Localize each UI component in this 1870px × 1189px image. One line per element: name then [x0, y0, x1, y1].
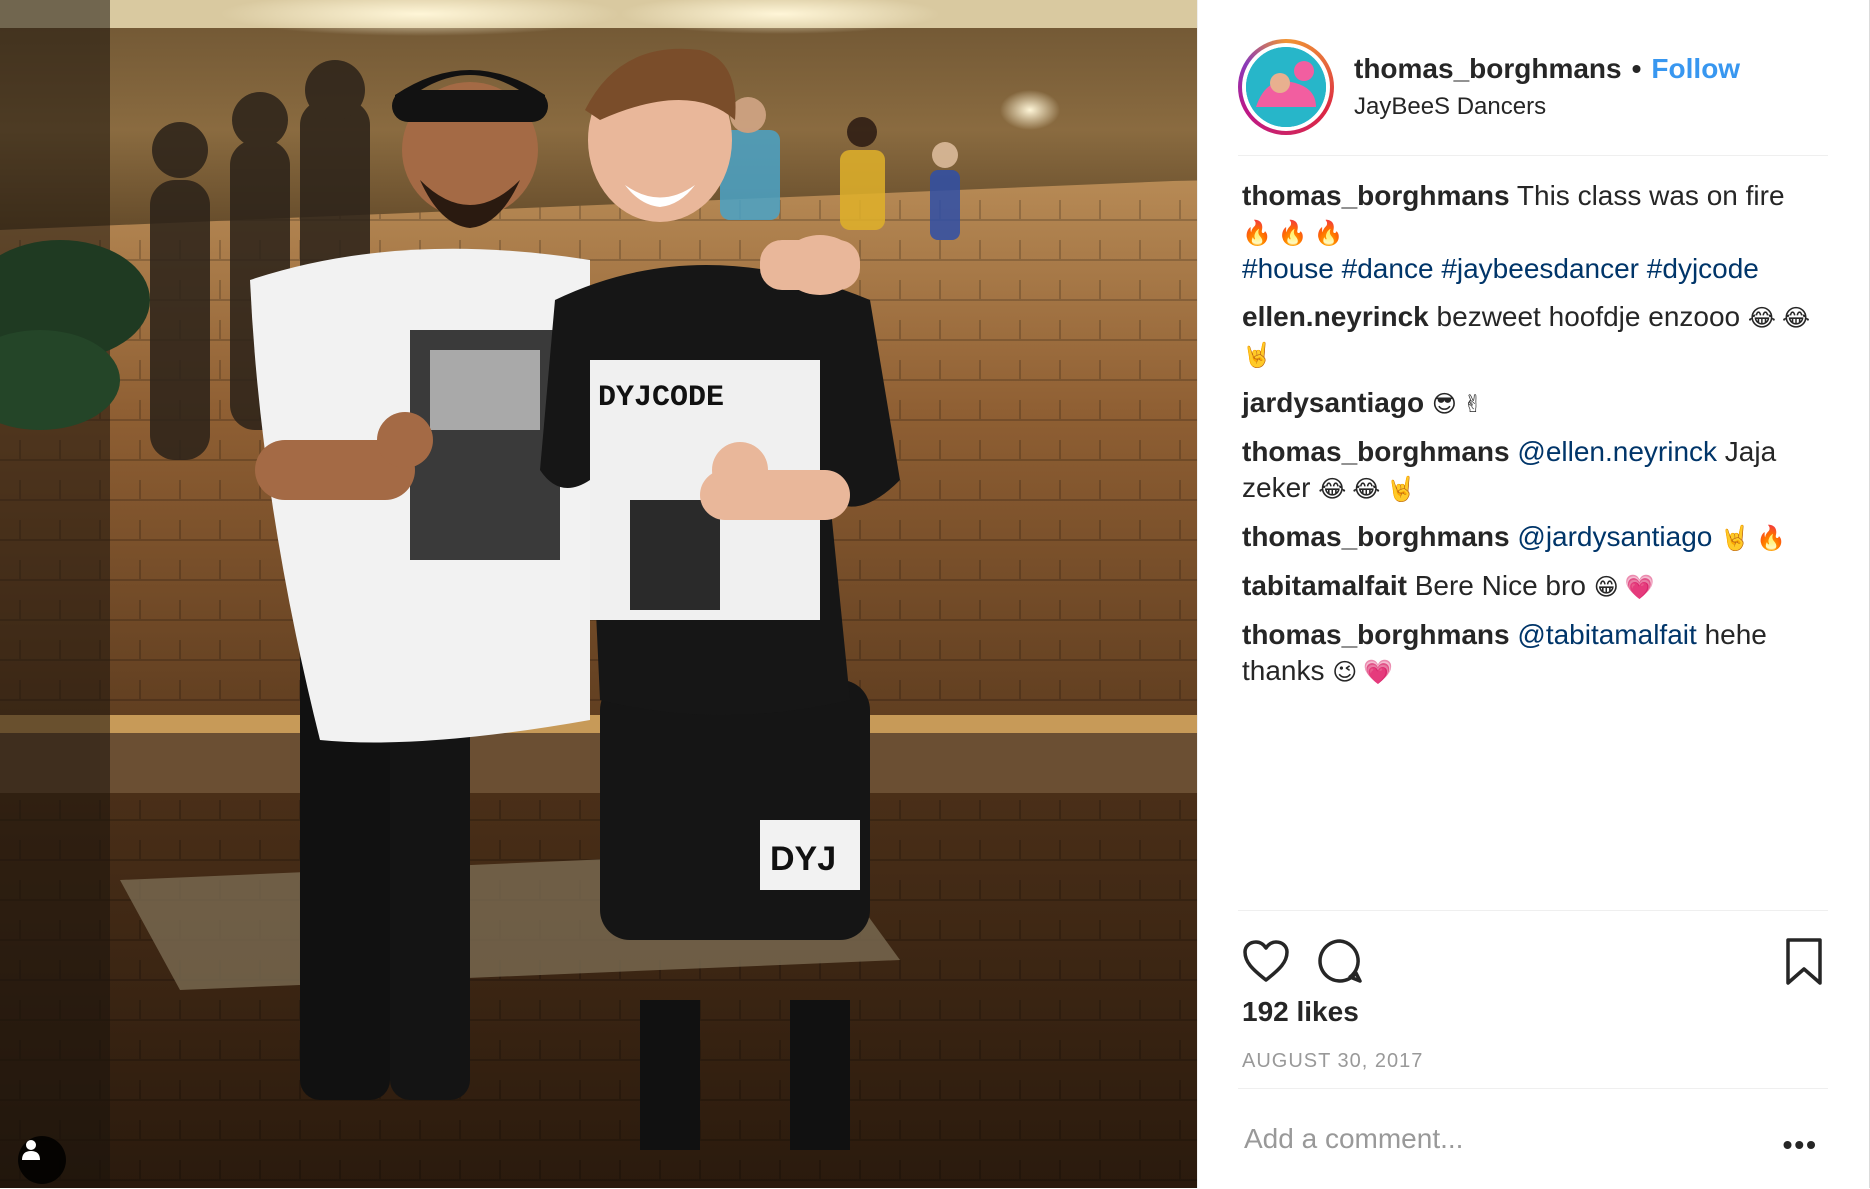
list-item: thomas_borghmans @tabitamalfait hehe tha… — [1242, 617, 1822, 690]
shirt-logo-text: DYJCODE — [598, 381, 724, 415]
like-count[interactable]: 192 likes — [1242, 996, 1359, 1028]
list-item: jardysantiago 😎✌ — [1242, 385, 1822, 422]
comment-emoji: 😂😂🤘 — [1318, 475, 1423, 503]
comment-input[interactable] — [1242, 1122, 1746, 1156]
instagram-post: DYJ DYJCODE thomas_borghmans • Follow Ja… — [0, 0, 1870, 1188]
post-sidebar: thomas_borghmans • Follow JayBeeS Dancer… — [1197, 0, 1870, 1188]
comment-username[interactable]: thomas_borghmans — [1242, 436, 1510, 467]
avatar-image — [1246, 46, 1326, 127]
heart-icon[interactable] — [1242, 939, 1290, 988]
comment-text: bezweet hoofdje enzooo — [1436, 301, 1741, 332]
user-tag-icon[interactable] — [18, 1136, 66, 1184]
hashtag-dance[interactable]: #dance — [1342, 253, 1434, 284]
comment-text: Bere Nice bro — [1414, 570, 1586, 601]
follow-button[interactable]: Follow — [1651, 53, 1740, 85]
comment-list: thomas_borghmans This class was on fire … — [1242, 178, 1822, 702]
location-link[interactable]: JayBeeS Dancers — [1354, 93, 1740, 121]
add-comment-bar: ••• — [1238, 1088, 1828, 1189]
more-options-icon[interactable]: ••• — [1783, 1129, 1818, 1161]
action-bar — [1238, 910, 1828, 1001]
comment-mention[interactable]: @tabitamalfait — [1517, 619, 1696, 650]
hashtag-jaybeesdancer[interactable]: #jaybeesdancer — [1441, 253, 1639, 284]
comment-username[interactable]: ellen.neyrinck — [1242, 301, 1429, 332]
post-photo[interactable]: DYJ DYJCODE — [0, 0, 1197, 1188]
bookmark-icon[interactable] — [1784, 937, 1824, 992]
post-header: thomas_borghmans • Follow JayBeeS Dancer… — [1238, 30, 1828, 156]
shorts-logo-text: DYJ — [770, 840, 836, 878]
hashtag-dyjcode[interactable]: #dyjcode — [1647, 253, 1759, 284]
comment-mention[interactable]: @jardysantiago — [1517, 521, 1712, 552]
hashtag-house[interactable]: #house — [1242, 253, 1334, 284]
list-item: thomas_borghmans @ellen.neyrinck Jaja ze… — [1242, 434, 1822, 507]
header-separator: • — [1631, 52, 1642, 84]
dance-studio-photo: DYJ DYJCODE — [0, 0, 1197, 1188]
header-username[interactable]: thomas_borghmans — [1354, 53, 1622, 85]
avatar[interactable] — [1238, 38, 1334, 135]
comment-username[interactable]: thomas_borghmans — [1242, 619, 1510, 650]
comment-emoji: 🤘🔥 — [1720, 524, 1792, 552]
comment-username[interactable]: thomas_borghmans — [1242, 180, 1510, 211]
comment-emoji: 😁💗 — [1593, 573, 1661, 601]
caption: thomas_borghmans This class was on fire … — [1242, 178, 1822, 287]
comment-emoji: 😎✌ — [1431, 390, 1489, 418]
comment-username[interactable]: thomas_borghmans — [1242, 521, 1510, 552]
comment-username[interactable]: tabitamalfait — [1242, 570, 1407, 601]
comment-emoji: 😉💗 — [1332, 658, 1400, 686]
comment-mention[interactable]: @ellen.neyrinck — [1517, 436, 1717, 467]
fire-emoji: 🔥🔥🔥 — [1242, 219, 1350, 247]
speech-bubble-icon[interactable] — [1316, 937, 1364, 990]
post-date: AUGUST 30, 2017 — [1242, 1050, 1424, 1072]
comment-username[interactable]: jardysantiago — [1242, 387, 1424, 418]
list-item: thomas_borghmans @jardysantiago 🤘🔥 — [1242, 519, 1822, 556]
comment-text: This class was on fire — [1516, 180, 1785, 211]
list-item: tabitamalfait Bere Nice bro 😁💗 — [1242, 568, 1822, 605]
list-item: ellen.neyrinck bezweet hoofdje enzooo 😂😂… — [1242, 299, 1822, 373]
